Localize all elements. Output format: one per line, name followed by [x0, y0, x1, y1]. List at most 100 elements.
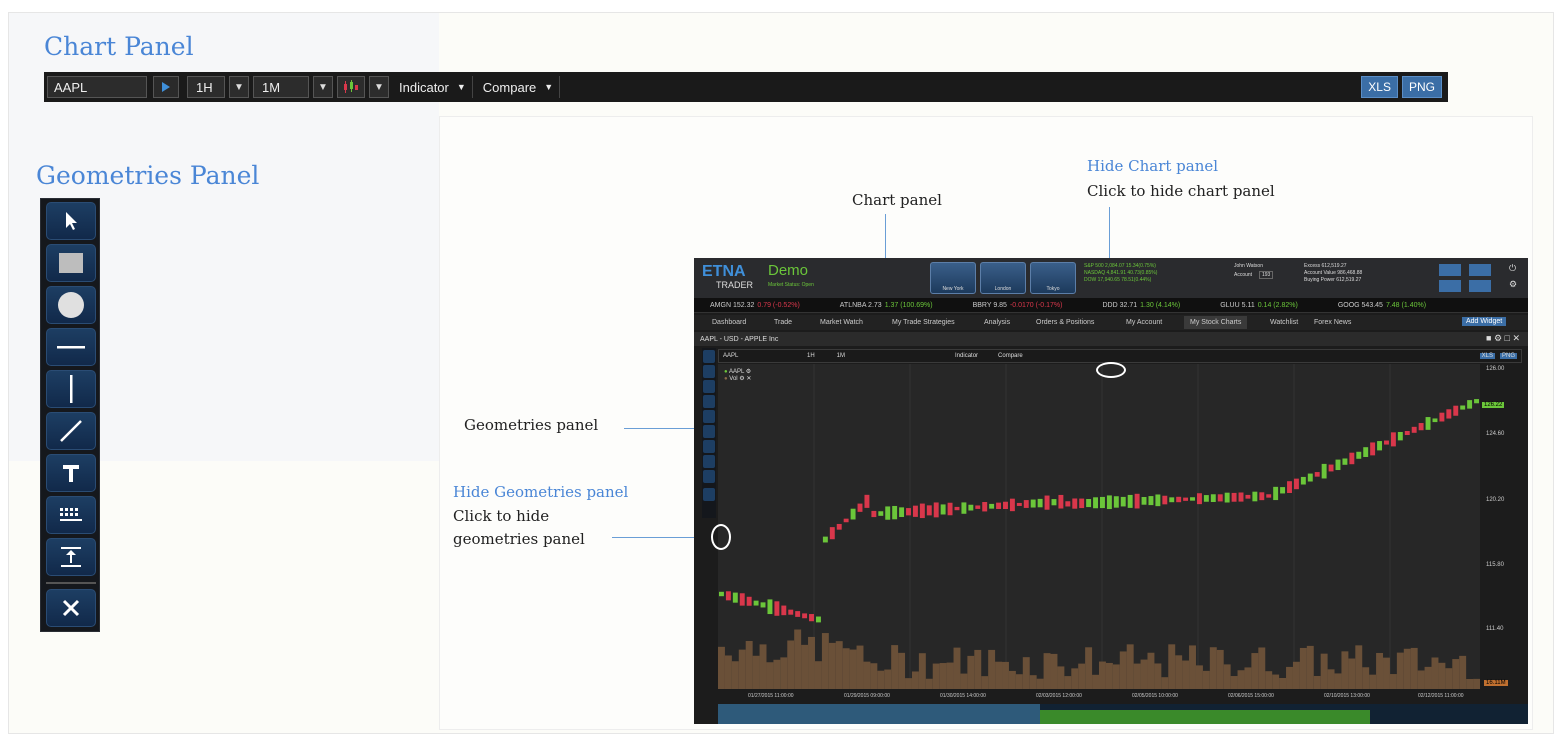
clock-tokyo[interactable]: Tokyo	[1030, 262, 1076, 294]
volume-bar	[925, 678, 933, 689]
range-select[interactable]: 1M	[253, 76, 309, 98]
vertical-line-tool-button[interactable]	[46, 370, 96, 408]
inner-range[interactable]: 1M	[837, 353, 845, 359]
app-logo: ETNA	[702, 263, 746, 280]
volume-bar	[745, 640, 753, 689]
pin-icon[interactable]	[1439, 280, 1461, 292]
volume-bar	[752, 655, 760, 689]
mini-tool[interactable]	[703, 488, 715, 501]
inner-compare[interactable]: Compare	[998, 353, 1023, 359]
clock-london[interactable]: London	[980, 262, 1026, 294]
mini-tool[interactable]	[703, 395, 715, 408]
power-icon[interactable]: ⏻	[1509, 263, 1516, 274]
tab[interactable]: My Trade Strategies	[892, 319, 955, 326]
gear-icon[interactable]: ⚙	[1509, 279, 1517, 290]
candle	[1453, 405, 1459, 416]
mini-tool[interactable]	[703, 380, 715, 393]
xls-button[interactable]: XLS	[1361, 76, 1398, 98]
mini-tool[interactable]	[703, 410, 715, 423]
language-icon[interactable]	[1469, 264, 1491, 276]
vertical-line-icon	[70, 375, 73, 403]
tab-active[interactable]: My Stock Charts	[1184, 316, 1248, 329]
cursor-tool-button[interactable]	[46, 202, 96, 240]
tab[interactable]: Trade	[774, 319, 792, 326]
horizontal-line-tool-button[interactable]	[46, 328, 96, 366]
tab[interactable]: My Account	[1126, 319, 1162, 326]
tab[interactable]: Orders & Positions	[1036, 319, 1094, 326]
x-tick: 02/10/2015 13:00:00	[1324, 693, 1370, 699]
tab[interactable]: Market Watch	[820, 319, 863, 326]
indicator-dropdown[interactable]: Indicator ▼	[393, 76, 473, 98]
inner-xls[interactable]: XLS	[1479, 353, 1495, 359]
rectangle-tool-button[interactable]	[46, 244, 96, 282]
volume-bar	[1376, 652, 1384, 689]
png-button[interactable]: PNG	[1401, 76, 1442, 98]
range-dropdown-arrow[interactable]: ▼	[313, 76, 333, 98]
volume-bar	[801, 644, 809, 689]
interval-select[interactable]: 1H	[187, 76, 225, 98]
candle	[822, 536, 828, 543]
candle	[968, 504, 974, 511]
tab[interactable]: Dashboard	[712, 319, 746, 326]
chart-type-dropdown-arrow[interactable]: ▼	[369, 76, 389, 98]
chevron-down-icon: ▼	[456, 82, 466, 92]
inner-interval[interactable]: 1H	[807, 353, 815, 359]
hide-geometries-panel-highlight[interactable]	[711, 524, 731, 550]
volume-bar	[1036, 678, 1044, 689]
volume-bar	[1133, 663, 1141, 689]
interval-dropdown-arrow[interactable]: ▼	[229, 76, 249, 98]
x-tick: 02/12/2015 11:00:00	[1418, 693, 1464, 699]
mini-tool[interactable]	[703, 425, 715, 438]
candle	[1127, 494, 1133, 508]
tab[interactable]: Watchlist	[1270, 319, 1298, 326]
play-button[interactable]	[153, 76, 179, 98]
mini-geometries-panel	[702, 348, 716, 518]
hide-geo-annotation-title: Hide Geometries panel	[453, 483, 629, 501]
candle	[899, 507, 905, 518]
mini-tool[interactable]	[703, 350, 715, 363]
mini-tool[interactable]	[703, 440, 715, 453]
candle	[1155, 494, 1161, 507]
candle	[1266, 494, 1272, 498]
window-controls[interactable]: ■ ⚙ □ ✕	[1486, 333, 1520, 344]
chart-type-select[interactable]	[337, 76, 365, 98]
inner-symbol[interactable]: AAPL	[723, 353, 777, 359]
inner-indicator[interactable]: Indicator	[955, 353, 978, 359]
inner-png[interactable]: PNG	[1499, 353, 1517, 359]
tab[interactable]: Analysis	[984, 319, 1010, 326]
mini-tool[interactable]	[703, 470, 715, 483]
symbol-input[interactable]: AAPL	[47, 76, 147, 98]
account-select[interactable]: 193	[1259, 271, 1274, 279]
volume-bar	[939, 663, 947, 689]
candle	[1252, 491, 1258, 502]
hide-chart-panel-highlight[interactable]	[1096, 362, 1126, 378]
chat-icon[interactable]	[1439, 264, 1461, 276]
delete-tool-button[interactable]	[46, 589, 96, 627]
candle	[1370, 442, 1376, 456]
candle	[1037, 498, 1043, 508]
volume-bar	[1230, 676, 1238, 689]
candle	[1176, 496, 1182, 503]
volume-bar	[1313, 675, 1321, 689]
fibonacci-tool-button[interactable]	[46, 496, 96, 534]
calendar-icon[interactable]	[1469, 280, 1491, 292]
volume-bar	[1258, 647, 1266, 689]
candle	[753, 600, 759, 606]
circle-tool-button[interactable]	[46, 286, 96, 324]
compare-dropdown[interactable]: Compare ▼	[477, 76, 561, 98]
candle	[774, 601, 780, 616]
tab[interactable]: Forex News	[1314, 319, 1351, 326]
mini-tool[interactable]	[703, 365, 715, 378]
volume-bar	[1064, 676, 1072, 689]
trend-line-tool-button[interactable]	[46, 412, 96, 450]
candle	[1259, 492, 1265, 501]
clock-new-york[interactable]: New York	[930, 262, 976, 294]
text-tool-button[interactable]	[46, 454, 96, 492]
navigator[interactable]	[718, 704, 1528, 724]
price-range-tool-button[interactable]	[46, 538, 96, 576]
app-mode: Demo	[768, 262, 809, 279]
volume-bar	[884, 669, 892, 689]
candle	[1148, 496, 1154, 506]
add-widget-button[interactable]: Add Widget	[1462, 317, 1507, 326]
mini-tool[interactable]	[703, 455, 715, 468]
